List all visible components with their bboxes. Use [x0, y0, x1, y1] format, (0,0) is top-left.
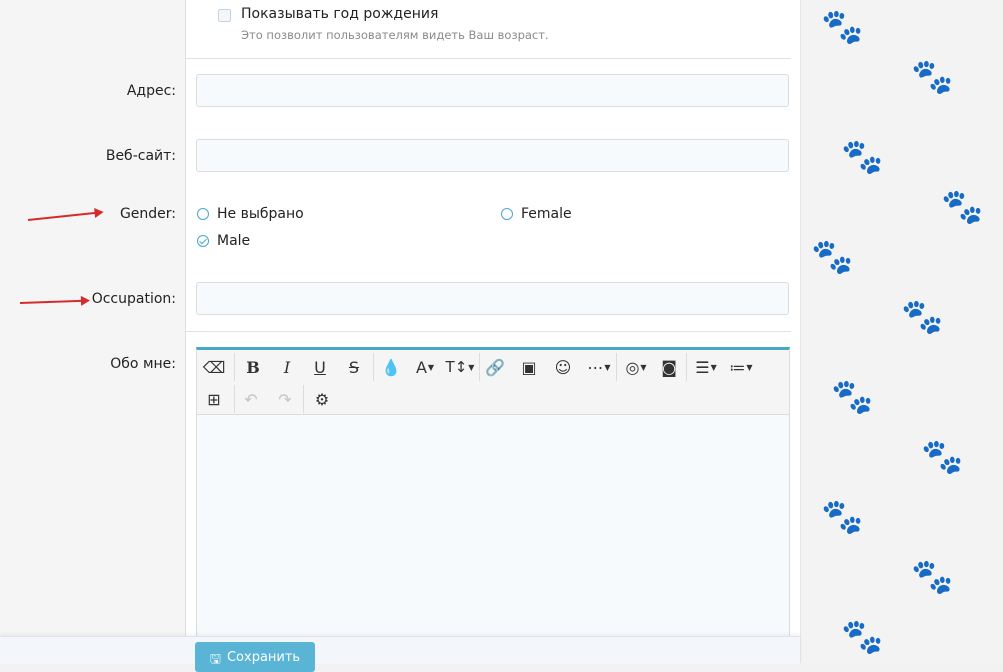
eraser-icon[interactable]: ⌫ [203, 354, 226, 380]
paw-icon: 🐾 [901, 297, 944, 337]
table-icon[interactable]: ⊞ [203, 386, 225, 412]
spoiler-icon[interactable]: ◎ ▼ [621, 354, 651, 380]
undo-icon[interactable]: ↶ [240, 386, 262, 412]
gender-option-female[interactable]: Female [501, 206, 572, 222]
toolbar-separator [616, 353, 617, 381]
paw-pattern-background: 🐾 🐾 🐾 🐾 🐾 🐾 🐾 🐾 🐾 🐾 🐾 [800, 0, 1003, 663]
toolbar-separator [303, 385, 304, 413]
address-input[interactable] [196, 74, 789, 107]
website-label: Веб-сайт: [105, 148, 176, 164]
strikethrough-icon[interactable]: S [343, 354, 365, 380]
radio-circle[interactable] [501, 208, 513, 220]
toolbar-separator [686, 353, 687, 381]
more-icon[interactable]: ⋯ ▼ [584, 354, 614, 380]
section-divider [186, 331, 791, 332]
color-icon[interactable]: 💧 [380, 354, 402, 380]
settings-icon[interactable]: ⚙ [311, 386, 333, 412]
paw-icon: 🐾 [911, 557, 954, 597]
save-icon: 🖫 [209, 652, 221, 667]
toolbar-separator [234, 385, 235, 413]
toolbar-separator [373, 353, 374, 381]
paw-icon: 🐾 [821, 497, 864, 537]
birth-year-hint: Это позволит пользователям видеть Ваш во… [241, 28, 549, 42]
font-size-icon[interactable]: T↕ ▼ [445, 354, 475, 380]
toolbar-separator [479, 353, 480, 381]
paw-icon: 🐾 [831, 377, 874, 417]
gender-option-male[interactable]: Male [197, 233, 250, 249]
label-column [0, 0, 186, 663]
radio-circle[interactable] [197, 208, 209, 220]
link-icon[interactable]: 🔗 [484, 354, 506, 380]
underline-icon[interactable]: U [309, 354, 331, 380]
radio-checked-circle[interactable] [197, 235, 209, 247]
paw-icon: 🐾 [921, 437, 964, 477]
save-button[interactable]: 🖫 Сохранить [195, 642, 315, 672]
occupation-input[interactable] [196, 282, 789, 315]
paw-icon: 🐾 [911, 57, 954, 97]
align-icon[interactable]: ☰ ▼ [691, 354, 721, 380]
bold-icon[interactable]: B [242, 354, 264, 380]
redo-icon[interactable]: ↷ [274, 386, 296, 412]
gender-option-label: Male [217, 233, 251, 249]
image-icon[interactable]: ▣ [518, 354, 540, 380]
paw-icon: 🐾 [941, 187, 984, 227]
gender-option-label: Female [521, 206, 572, 222]
smiley-icon[interactable]: ☺ [552, 354, 574, 380]
about-label: Обо мне: [110, 356, 176, 372]
birth-year-label[interactable]: Показывать год рождения [241, 6, 438, 22]
paw-icon: 🐾 [821, 7, 864, 47]
media-icon[interactable]: ◙ [658, 354, 680, 380]
toolbar-separator [234, 353, 235, 381]
section-divider [186, 58, 791, 59]
address-label: Адрес: [126, 83, 176, 99]
occupation-label: Occupation: [91, 291, 176, 307]
list-icon[interactable]: ≔ ▼ [725, 354, 757, 380]
gender-option-unselected[interactable]: Не выбрано [197, 206, 304, 222]
gender-label: Gender: [119, 206, 176, 222]
paw-icon: 🐾 [841, 617, 884, 657]
website-input[interactable] [196, 139, 789, 172]
paw-icon: 🐾 [841, 137, 884, 177]
font-family-icon[interactable]: A ▼ [411, 354, 439, 380]
editor-toolbar: ⌫ B I U S 💧 A ▼ T↕ ▼ 🔗 ▣ ☺ ⋯ ▼ ◎ ▼ ◙ ☰ ▼ ≔ ▼ ⊞… [197, 350, 789, 415]
form-footer [0, 636, 800, 664]
italic-icon[interactable]: I [276, 354, 298, 380]
paw-icon: 🐾 [811, 237, 854, 277]
rich-text-editor[interactable]: ⌫ B I U S 💧 A ▼ T↕ ▼ 🔗 ▣ ☺ ⋯ ▼ ◎ ▼ ◙ ☰ ▼ ≔ ▼ ⊞… [196, 347, 790, 647]
gender-option-label: Не выбрано [217, 206, 304, 222]
birth-year-checkbox[interactable] [218, 9, 231, 22]
